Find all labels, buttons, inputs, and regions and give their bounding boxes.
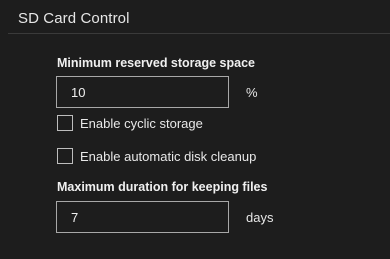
max-duration-unit: days	[246, 210, 274, 225]
min-reserved-input[interactable]	[56, 76, 229, 108]
max-duration-label: Maximum duration for keeping files	[57, 180, 268, 194]
section-header: SD Card Control	[8, 0, 390, 34]
auto-cleanup-label: Enable automatic disk cleanup	[80, 148, 257, 164]
min-reserved-unit: %	[246, 85, 258, 100]
max-duration-input[interactable]	[56, 201, 229, 233]
sd-card-control-panel: SD Card Control Minimum reserved storage…	[0, 0, 390, 259]
cyclic-storage-checkbox-row[interactable]: Enable cyclic storage	[57, 115, 203, 131]
auto-cleanup-checkbox-row[interactable]: Enable automatic disk cleanup	[57, 148, 256, 164]
auto-cleanup-checkbox[interactable]	[57, 148, 73, 164]
section-title: SD Card Control	[18, 10, 130, 27]
cyclic-storage-label: Enable cyclic storage	[80, 115, 203, 131]
min-reserved-label: Minimum reserved storage space	[57, 56, 255, 70]
cyclic-storage-checkbox[interactable]	[57, 115, 73, 131]
